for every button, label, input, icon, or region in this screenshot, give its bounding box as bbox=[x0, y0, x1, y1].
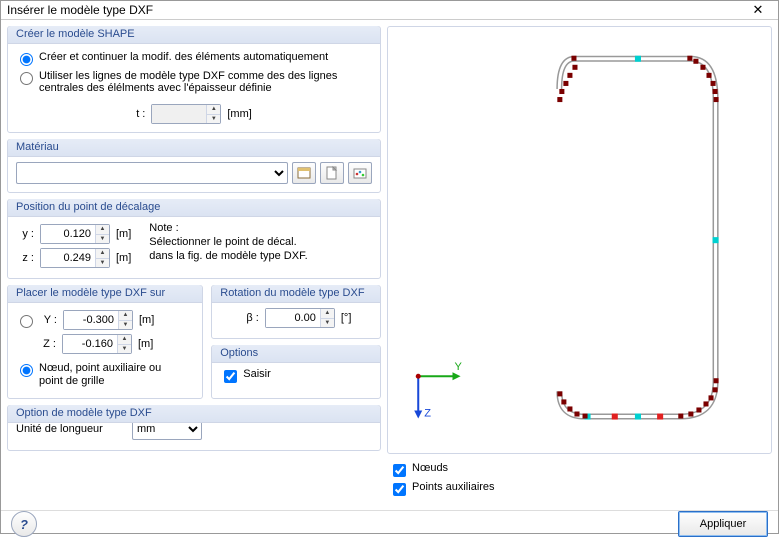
left-column: Créer le modèle SHAPE Créer et continuer… bbox=[7, 26, 381, 504]
radio-place-Y[interactable] bbox=[20, 315, 33, 328]
place-Z-unit: [m] bbox=[138, 338, 153, 350]
group-offset: Position du point de décalage y : ▲▼ [m] bbox=[7, 199, 381, 279]
thickness-input bbox=[152, 105, 206, 123]
radio-lines[interactable] bbox=[20, 72, 33, 85]
chevron-up-icon[interactable]: ▲ bbox=[118, 335, 131, 345]
group-rotation-title: Rotation du modèle type DXF bbox=[212, 285, 380, 303]
group-options-title: Options bbox=[212, 345, 380, 363]
check-aux-label[interactable]: Points auxiliaires bbox=[412, 481, 495, 493]
titlebar: Insérer le modèle type DXF ✕ bbox=[1, 1, 778, 20]
place-Z-label: Z : bbox=[38, 338, 56, 350]
right-column: Y Z bbox=[387, 26, 772, 504]
edit-icon[interactable] bbox=[348, 162, 372, 184]
chevron-up-icon[interactable]: ▲ bbox=[96, 225, 109, 235]
apply-button[interactable]: Appliquer bbox=[678, 511, 768, 537]
chevron-up-icon[interactable]: ▲ bbox=[321, 309, 334, 319]
offset-y-label: y : bbox=[16, 228, 34, 240]
thickness-stepper: ▲▼ bbox=[151, 104, 221, 124]
preview-canvas[interactable]: Y Z bbox=[387, 26, 772, 454]
group-units-title: Option de modèle type DXF bbox=[8, 405, 380, 423]
check-snap-label[interactable]: Saisir bbox=[243, 368, 271, 380]
beta-stepper[interactable]: ▲▼ bbox=[265, 308, 335, 328]
window-title: Insérer le modèle type DXF bbox=[7, 3, 744, 17]
close-icon[interactable]: ✕ bbox=[744, 1, 772, 19]
offset-y-unit: [m] bbox=[116, 228, 131, 240]
offset-note-label: Note : bbox=[149, 222, 307, 236]
thickness-spinner: ▲▼ bbox=[206, 105, 220, 123]
chevron-down-icon[interactable]: ▼ bbox=[321, 319, 334, 328]
radio-auto-label[interactable]: Créer et continuer la modif. des élément… bbox=[39, 51, 328, 63]
offset-note-1: Sélectionner le point de décal. bbox=[149, 236, 307, 250]
group-offset-title: Position du point de décalage bbox=[8, 199, 380, 217]
chevron-down-icon[interactable]: ▼ bbox=[96, 235, 109, 244]
dialog-window: Insérer le modèle type DXF ✕ Créer le mo… bbox=[0, 0, 779, 534]
chevron-down-icon[interactable]: ▼ bbox=[96, 259, 109, 268]
offset-y-stepper[interactable]: ▲▼ bbox=[40, 224, 110, 244]
new-icon[interactable] bbox=[320, 162, 344, 184]
place-Z-stepper[interactable]: ▲▼ bbox=[62, 334, 132, 354]
place-Z-input[interactable] bbox=[63, 335, 117, 353]
place-Y-unit: [m] bbox=[139, 314, 154, 326]
offset-y-input[interactable] bbox=[41, 225, 95, 243]
beta-input[interactable] bbox=[266, 309, 320, 327]
chevron-up-icon[interactable]: ▲ bbox=[119, 311, 132, 321]
group-material: Matériau bbox=[7, 139, 381, 193]
units-label: Unité de longueur bbox=[16, 423, 126, 435]
axis-z-label: Z bbox=[424, 408, 431, 420]
beta-label: β : bbox=[241, 312, 259, 324]
thickness-row: t : ▲▼ [mm] bbox=[16, 104, 372, 124]
radio-lines-row[interactable]: Utiliser les lignes de modèle type DXF c… bbox=[16, 68, 372, 96]
place-Y-stepper[interactable]: ▲▼ bbox=[63, 310, 133, 330]
offset-note-2: dans la fig. de modèle type DXF. bbox=[149, 250, 307, 264]
check-aux[interactable] bbox=[393, 483, 406, 496]
check-nodes-label[interactable]: Nœuds bbox=[412, 462, 448, 474]
radio-auto[interactable] bbox=[20, 53, 33, 66]
group-rotation: Rotation du modèle type DXF β : ▲▼ [°] bbox=[211, 285, 381, 339]
dxf-preview-svg: Y Z bbox=[388, 27, 771, 453]
check-nodes[interactable] bbox=[393, 464, 406, 477]
help-icon[interactable]: ? bbox=[11, 511, 37, 537]
radio-lines-label-1[interactable]: Utiliser les lignes de modèle type DXF c… bbox=[39, 70, 337, 82]
group-shape: Créer le modèle SHAPE Créer et continuer… bbox=[7, 26, 381, 133]
material-combo[interactable] bbox=[16, 162, 288, 184]
thickness-unit: [mm] bbox=[227, 108, 251, 120]
offset-note: Note : Sélectionner le point de décal. d… bbox=[149, 222, 307, 270]
chevron-up-icon: ▲ bbox=[207, 105, 220, 115]
radio-place-node[interactable] bbox=[20, 364, 33, 377]
footer: ? Appliquer bbox=[1, 510, 778, 537]
chevron-down-icon: ▼ bbox=[207, 115, 220, 124]
offset-z-label: z : bbox=[16, 252, 34, 264]
chevron-down-icon[interactable]: ▼ bbox=[118, 345, 131, 354]
offset-z-stepper[interactable]: ▲▼ bbox=[40, 248, 110, 268]
chevron-down-icon[interactable]: ▼ bbox=[119, 321, 132, 330]
preview-checks: Nœuds Points auxiliaires bbox=[387, 454, 772, 504]
library-icon[interactable] bbox=[292, 162, 316, 184]
beta-unit: [°] bbox=[341, 312, 352, 324]
check-snap[interactable] bbox=[224, 370, 237, 383]
place-Y-label: Y : bbox=[39, 314, 57, 326]
radio-place-node-label[interactable]: Nœud, point auxiliaire ou point de grill… bbox=[39, 362, 169, 388]
group-shape-title: Créer le modèle SHAPE bbox=[8, 26, 380, 44]
place-Y-input[interactable] bbox=[64, 311, 118, 329]
radio-auto-row[interactable]: Créer et continuer la modif. des élément… bbox=[16, 49, 372, 68]
offset-z-input[interactable] bbox=[41, 249, 95, 267]
group-options: Options Saisir bbox=[211, 345, 381, 399]
radio-lines-label-2[interactable]: centrales des élélments avec l'épaisseur… bbox=[39, 82, 337, 94]
offset-z-unit: [m] bbox=[116, 252, 131, 264]
group-place-title: Placer le modèle type DXF sur bbox=[8, 285, 202, 303]
chevron-up-icon[interactable]: ▲ bbox=[96, 249, 109, 259]
group-place: Placer le modèle type DXF sur Y : ▲▼ [m] bbox=[7, 285, 203, 399]
axis-y-label: Y bbox=[455, 361, 463, 373]
group-units: Option de modèle type DXF Unité de longu… bbox=[7, 405, 381, 451]
group-material-title: Matériau bbox=[8, 139, 380, 157]
dialog-body: Créer le modèle SHAPE Créer et continuer… bbox=[1, 20, 778, 510]
thickness-label: t : bbox=[136, 108, 145, 120]
place-rotation-row: Placer le modèle type DXF sur Y : ▲▼ [m] bbox=[7, 285, 381, 399]
